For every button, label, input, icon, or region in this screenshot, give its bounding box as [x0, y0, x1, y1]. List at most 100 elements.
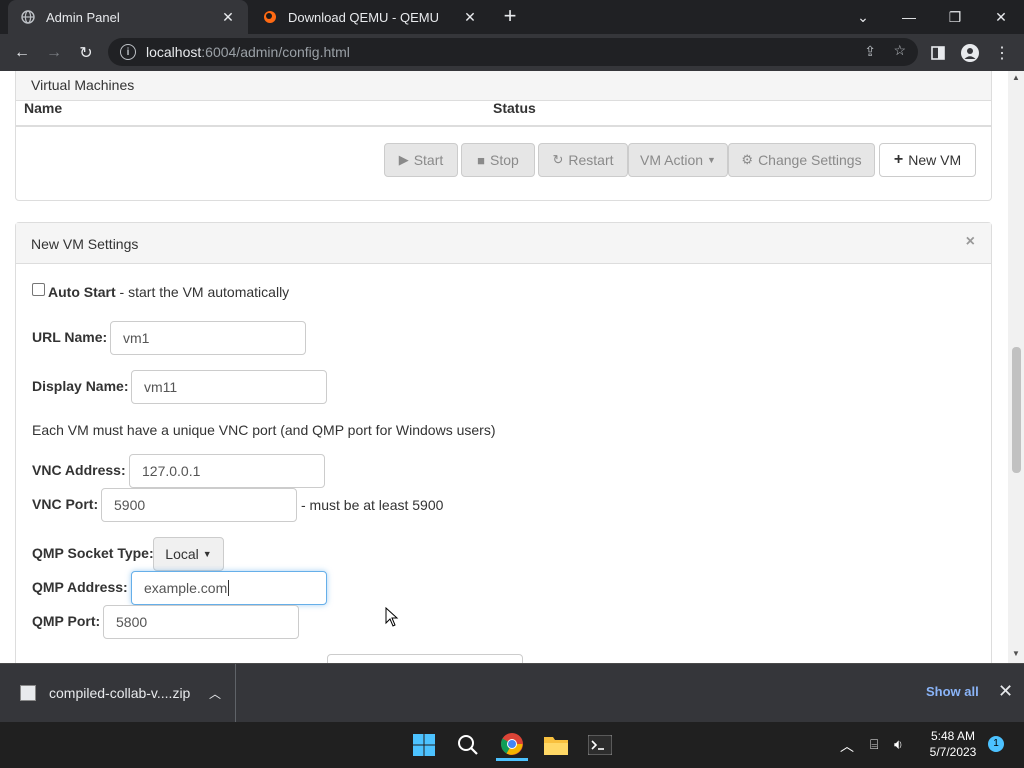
- restart-label: Restart: [568, 152, 614, 168]
- panel-title: New VM Settings: [31, 236, 139, 252]
- qmp-socket-type-label: QMP Socket Type:: [32, 545, 154, 561]
- globe-icon: [20, 9, 36, 25]
- gear-icon: ⚙: [741, 152, 754, 167]
- url-host: localhost: [146, 44, 202, 60]
- page-viewport: Virtual Machines Name Status ▶ Start ■ Sto…: [0, 71, 1024, 663]
- vm-action-label: VM Action: [640, 152, 704, 168]
- qmp-address-value: example.com: [144, 580, 228, 596]
- restore-button[interactable]: ❐: [932, 0, 978, 34]
- zip-file-icon: [20, 685, 36, 701]
- share-icon[interactable]: ⇪: [864, 43, 876, 60]
- side-panel-icon[interactable]: [924, 39, 952, 67]
- volume-icon[interactable]: 🔉︎: [894, 736, 903, 753]
- vm-table-header: Name Status: [16, 91, 991, 127]
- tab-title: Admin Panel: [46, 9, 120, 25]
- auto-start-text: Auto Start - start the VM automatically: [48, 284, 289, 300]
- scrollbar-thumb[interactable]: [1012, 347, 1021, 473]
- qmp-address-input[interactable]: example.com: [131, 571, 327, 605]
- profile-icon[interactable]: [956, 39, 984, 67]
- close-window-button[interactable]: ✕: [978, 0, 1024, 34]
- tab-strip: Admin Panel ✕ Download QEMU - QEMU ✕ + ⌄…: [0, 0, 1024, 34]
- system-clock[interactable]: 5:48 AM 5/7/2023: [918, 728, 988, 760]
- play-icon: ▶: [398, 152, 409, 167]
- terminal-icon[interactable]: [584, 729, 616, 761]
- forward-icon[interactable]: →: [40, 39, 68, 67]
- back-icon[interactable]: ←: [8, 39, 36, 67]
- auto-start-checkbox[interactable]: [32, 283, 45, 296]
- qemu-icon: [262, 9, 278, 25]
- bookmark-star-icon[interactable]: ☆: [893, 42, 906, 59]
- qmp-port-value: 5800: [116, 614, 148, 630]
- page-scrollbar[interactable]: ▲ ▼: [1008, 71, 1024, 663]
- windows-taskbar: ︿ ⌸ 🔉︎ 5:48 AM 5/7/2023 1: [0, 722, 1024, 768]
- qmp-port-label: QMP Port:: [32, 613, 101, 629]
- plus-icon: +: [893, 151, 904, 168]
- vnc-note: Each VM must have a unique VNC port (and…: [32, 422, 496, 438]
- stop-label: Stop: [490, 152, 519, 168]
- url-name-label: URL Name:: [32, 329, 108, 345]
- panel-heading: New VM Settings: [16, 223, 991, 264]
- display-name-input[interactable]: vm11: [131, 370, 327, 404]
- clock-date: 5/7/2023: [929, 745, 977, 759]
- close-download-bar-icon[interactable]: ✕: [998, 681, 1013, 702]
- close-tab-icon[interactable]: ✕: [220, 9, 236, 26]
- tab-download-qemu[interactable]: Download QEMU - QEMU ✕: [250, 0, 490, 34]
- url-path: :6004/admin/config.html: [201, 44, 350, 60]
- restart-button[interactable]: ↻ Restart: [538, 143, 628, 177]
- new-vm-settings-panel: New VM Settings × Auto Start - start the…: [15, 222, 992, 663]
- menu-kebab-icon[interactable]: ⋮: [988, 39, 1016, 67]
- download-item[interactable]: compiled-collab-v....zip ︿: [0, 664, 236, 722]
- caret-down-icon: ▼: [707, 155, 716, 165]
- vnc-port-hint: - must be at least 5900: [301, 497, 444, 513]
- partial-input-field[interactable]: [327, 654, 523, 663]
- start-label: Start: [413, 152, 444, 168]
- auto-start-label: Auto Start: [48, 284, 116, 300]
- show-all-link[interactable]: Show all: [926, 684, 979, 699]
- tab-admin-panel[interactable]: Admin Panel ✕: [8, 0, 248, 34]
- vnc-port-label: VNC Port:: [32, 496, 99, 512]
- qmp-address-label: QMP Address:: [32, 579, 128, 595]
- file-explorer-icon[interactable]: [540, 729, 572, 761]
- new-tab-button[interactable]: +: [498, 5, 522, 29]
- close-icon[interactable]: ×: [966, 233, 975, 251]
- url-name-input[interactable]: vm1: [110, 321, 306, 355]
- notification-badge[interactable]: 1: [988, 736, 1004, 752]
- caret-down-icon: ▼: [202, 549, 212, 559]
- column-header-name: Name: [24, 100, 63, 116]
- change-settings-label: Change Settings: [758, 152, 862, 168]
- text-caret: [228, 580, 230, 596]
- address-bar[interactable]: i localhost:6004/admin/config.html ⇪ ☆: [108, 38, 918, 66]
- network-icon[interactable]: ⌸: [870, 736, 878, 753]
- stop-button[interactable]: ■ Stop: [461, 143, 535, 177]
- vm-action-dropdown[interactable]: VM Action ▼: [628, 143, 728, 177]
- qmp-socket-type-dropdown[interactable]: Local ▼: [153, 537, 224, 571]
- scroll-down-icon[interactable]: ▼: [1008, 647, 1024, 661]
- chevron-down-icon[interactable]: ⌄: [840, 0, 886, 34]
- column-header-status: Status: [493, 100, 536, 116]
- chevron-up-icon[interactable]: ︿: [209, 685, 221, 702]
- vnc-port-value: 5900: [114, 497, 146, 513]
- download-bar: compiled-collab-v....zip ︿ Show all ✕: [0, 663, 1024, 722]
- info-icon[interactable]: i: [120, 44, 136, 60]
- qmp-port-input[interactable]: 5800: [103, 605, 299, 639]
- close-tab-icon[interactable]: ✕: [462, 9, 478, 26]
- display-name-label: Display Name:: [32, 378, 129, 394]
- change-settings-button[interactable]: ⚙ Change Settings: [728, 143, 875, 177]
- scroll-up-icon[interactable]: ▲: [1008, 71, 1024, 85]
- chrome-icon[interactable]: [496, 729, 528, 761]
- minimize-button[interactable]: —: [886, 0, 932, 34]
- start-button[interactable]: ▶ Start: [384, 143, 458, 177]
- tab-title: Download QEMU - QEMU: [288, 9, 439, 25]
- clock-time: 5:48 AM: [930, 729, 976, 743]
- new-vm-button[interactable]: + New VM: [879, 143, 976, 177]
- vnc-address-label: VNC Address:: [32, 462, 126, 478]
- tray-chevron-up-icon[interactable]: ︿: [840, 736, 854, 756]
- reload-icon[interactable]: ↻: [72, 39, 100, 67]
- windows-start-icon[interactable]: [408, 729, 440, 761]
- search-icon[interactable]: [452, 729, 484, 761]
- vnc-address-input[interactable]: 127.0.0.1: [129, 454, 325, 488]
- qmp-socket-type-value: Local: [165, 546, 199, 562]
- vnc-address-value: 127.0.0.1: [142, 463, 201, 479]
- auto-start-description: - start the VM automatically: [115, 284, 290, 300]
- vnc-port-input[interactable]: 5900: [101, 488, 297, 522]
